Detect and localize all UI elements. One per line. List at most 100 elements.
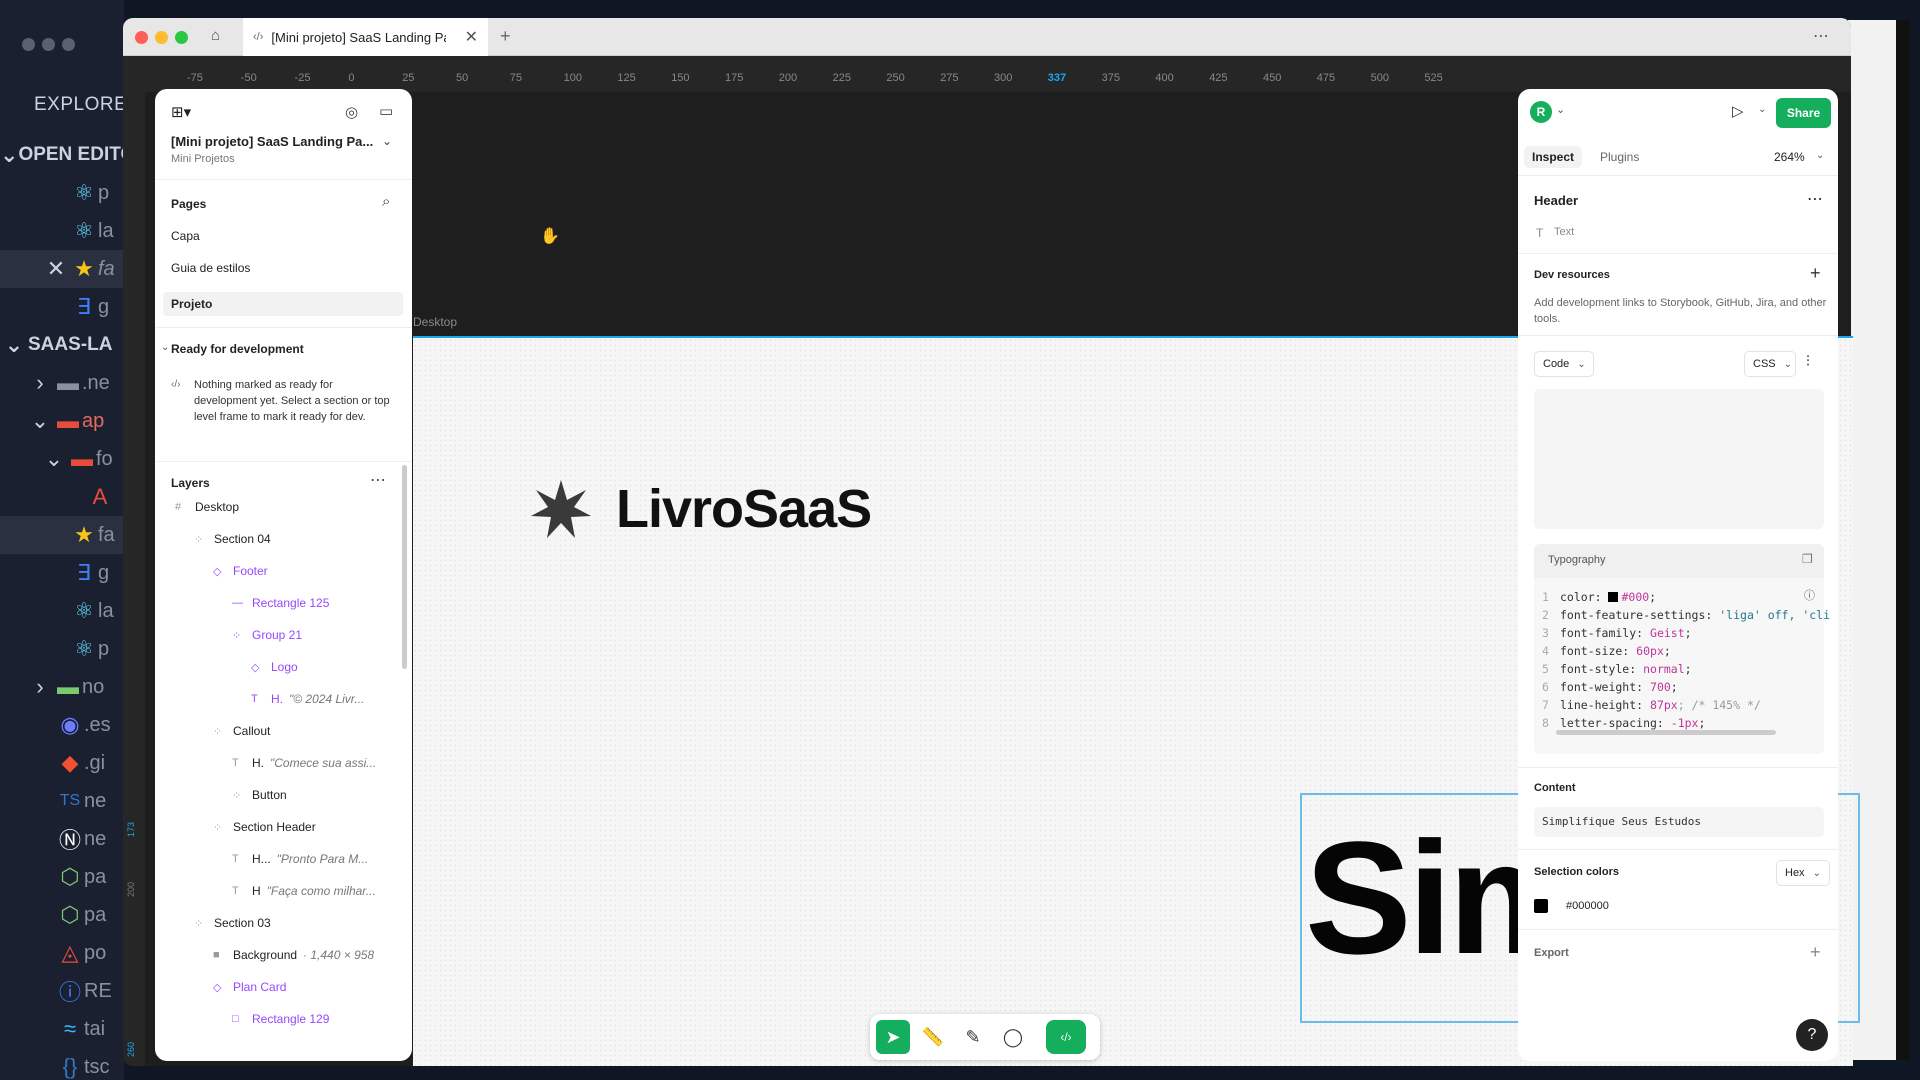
tree-item[interactable]: ⌄ ▬ ap — [0, 402, 124, 440]
close-window-button[interactable] — [135, 31, 148, 44]
layer-item[interactable]: ■ Background · 1,440 × 958 — [155, 939, 400, 971]
layer-item[interactable]: T H... "Pronto Para M... — [155, 843, 400, 875]
open-editor-item[interactable]: ⚛ la — [0, 212, 124, 250]
share-button[interactable]: Share — [1776, 98, 1831, 128]
layer-item[interactable]: ◇ Plan Card — [155, 971, 400, 1003]
tree-item[interactable]: ◬ po — [0, 934, 124, 972]
close-icon[interactable]: ✕ — [42, 256, 70, 282]
layer-item[interactable]: T H. "© 2024 Livr... — [155, 683, 400, 715]
postcss-icon: ◬ — [61, 940, 79, 965]
layer-item[interactable]: ⁘ Section 03 — [155, 907, 400, 939]
zoom-level[interactable]: 264% — [1774, 150, 1805, 164]
add-export-icon[interactable]: + — [1810, 942, 1821, 963]
layer-item[interactable]: — Rectangle 125 — [155, 587, 400, 619]
tree-item[interactable]: ◉ .es — [0, 706, 124, 744]
layer-item[interactable]: ⁘ Group 21 — [155, 619, 400, 651]
tree-item[interactable]: ⚛ la — [0, 592, 124, 630]
layer-item[interactable]: □ Rectangle 129 — [155, 1003, 400, 1035]
file-tab[interactable]: ‹/› [Mini projeto] SaaS Landing Page ✕ — [243, 18, 488, 56]
comment-tool-button[interactable]: ◯ — [996, 1020, 1030, 1054]
chevron-down-icon[interactable]: ⌄ — [382, 134, 392, 148]
settings-sliders-icon[interactable]: ⫶ — [1806, 353, 1810, 370]
chevron-down-icon[interactable]: ⌄ — [1816, 150, 1824, 161]
figma-menu-icon[interactable]: ⊞▾ — [171, 103, 191, 121]
maximize-window-button[interactable] — [175, 31, 188, 44]
open-editor-item-active[interactable]: ✕ ★ fa — [0, 250, 124, 288]
copy-icon[interactable]: ❐ — [1802, 552, 1813, 566]
tree-item[interactable]: › ▬ .ne — [0, 364, 124, 402]
tree-item[interactable]: ◆ .gi — [0, 744, 124, 782]
play-icon[interactable]: ▷ — [1732, 102, 1744, 120]
chevron-down-icon[interactable]: ⌄ — [1556, 103, 1565, 116]
tree-item[interactable]: ⓘ RE — [0, 972, 124, 1010]
home-icon[interactable]: ⌂ — [211, 27, 220, 44]
content-value[interactable]: Simplifique Seus Estudos — [1534, 807, 1824, 837]
brand-logo[interactable]: LivroSaaS — [530, 478, 872, 540]
page-item-guia[interactable]: Guia de estilos — [171, 261, 250, 275]
layer-item[interactable]: # Desktop — [155, 491, 400, 523]
tree-item[interactable]: ⬡ pa — [0, 858, 124, 896]
panel-toggle-icon[interactable]: ▭ — [379, 102, 393, 120]
tab-plugins[interactable]: Plugins — [1600, 150, 1639, 164]
file-title[interactable]: [Mini projeto] SaaS Landing Pa... — [171, 134, 373, 149]
move-tool-button[interactable]: ➤ — [876, 1020, 910, 1054]
tab-inspect[interactable]: Inspect — [1524, 146, 1583, 168]
tree-item[interactable]: ≈ tai — [0, 1010, 124, 1048]
more-dots-icon[interactable]: ⋯ — [1807, 189, 1823, 209]
color-swatch[interactable] — [1534, 899, 1548, 913]
ruler-tick: 300 — [994, 72, 1013, 84]
page-item-capa[interactable]: Capa — [171, 229, 200, 243]
search-icon[interactable]: ⌕ — [382, 193, 390, 210]
color-value[interactable]: #000000 — [1566, 900, 1609, 912]
layer-item[interactable]: T H. "Comece sua assi... — [155, 747, 400, 779]
project-header[interactable]: ⌄ SAAS-LA — [0, 326, 124, 364]
info-icon[interactable]: ⓘ — [1804, 587, 1815, 603]
open-editor-item[interactable]: ⚛ p — [0, 174, 124, 212]
layer-item[interactable]: ⁘ Section Header — [155, 811, 400, 843]
tree-item[interactable]: ⌄ ▬ fo — [0, 440, 124, 478]
add-dev-resource-icon[interactable]: + — [1810, 263, 1821, 284]
layer-item[interactable]: ⁘ Section 04 — [155, 523, 400, 555]
open-editors-header[interactable]: ⌄OPEN EDITORS — [0, 136, 124, 174]
tree-item[interactable]: ★ fa — [0, 516, 124, 554]
code-scrollbar[interactable] — [1556, 730, 1776, 735]
page-item-projeto[interactable]: Projeto — [163, 292, 403, 316]
more-dots-icon[interactable]: ⋯ — [1813, 26, 1829, 46]
layer-item[interactable]: ⁘ Button — [155, 779, 400, 811]
code-dropdown[interactable]: Code ⌄ — [1534, 351, 1594, 377]
more-dots-icon[interactable]: ⋯ — [370, 470, 386, 490]
frame-label[interactable]: Desktop — [413, 315, 457, 329]
chevron-down-icon[interactable]: ⌄ — [1758, 104, 1766, 115]
code-preview-area — [1534, 389, 1824, 529]
tree-item[interactable]: A — [0, 478, 124, 516]
layers-scrollbar[interactable] — [402, 465, 407, 669]
language-dropdown[interactable]: CSS ⌄ — [1744, 351, 1796, 377]
tree-item[interactable]: › ▬ no — [0, 668, 124, 706]
close-tab-icon[interactable]: ✕ — [465, 27, 478, 47]
help-button[interactable]: ? — [1796, 1019, 1828, 1051]
annotate-tool-button[interactable]: ✎ — [956, 1020, 990, 1054]
layer-item[interactable]: ◇ Logo — [155, 651, 400, 683]
layer-item[interactable]: ◇ Footer — [155, 555, 400, 587]
tree-item[interactable]: ∃ g — [0, 554, 124, 592]
star-icon: ★ — [74, 256, 94, 281]
avatar[interactable]: R — [1530, 101, 1552, 123]
layer-item[interactable]: T H "Faça como milhar... — [155, 875, 400, 907]
new-tab-icon[interactable]: + — [500, 26, 511, 47]
tree-item[interactable]: ⚛ p — [0, 630, 124, 668]
tree-item[interactable]: Ⓝne — [0, 820, 124, 858]
dev-mode-toggle[interactable]: ‹/› — [1046, 1020, 1086, 1054]
chevron-down-icon[interactable]: ⌄ — [161, 342, 169, 353]
tree-item[interactable]: TS ne — [0, 782, 124, 820]
open-editor-item[interactable]: ∃ g — [0, 288, 124, 326]
layer-item[interactable]: ⁘ Callout — [155, 715, 400, 747]
tree-item[interactable]: ⬡ pa — [0, 896, 124, 934]
tree-item[interactable]: {} tsc — [0, 1048, 124, 1080]
color-format-dropdown[interactable]: Hex ⌄ — [1776, 860, 1830, 886]
project-name[interactable]: Mini Projetos — [171, 153, 235, 165]
ruler-tick: 75 — [509, 72, 523, 84]
minimize-window-button[interactable] — [155, 31, 168, 44]
ready-header[interactable]: Ready for development — [171, 342, 304, 356]
measure-tool-button[interactable]: 📏 — [916, 1020, 950, 1054]
globe-icon[interactable]: ◎ — [345, 103, 358, 121]
